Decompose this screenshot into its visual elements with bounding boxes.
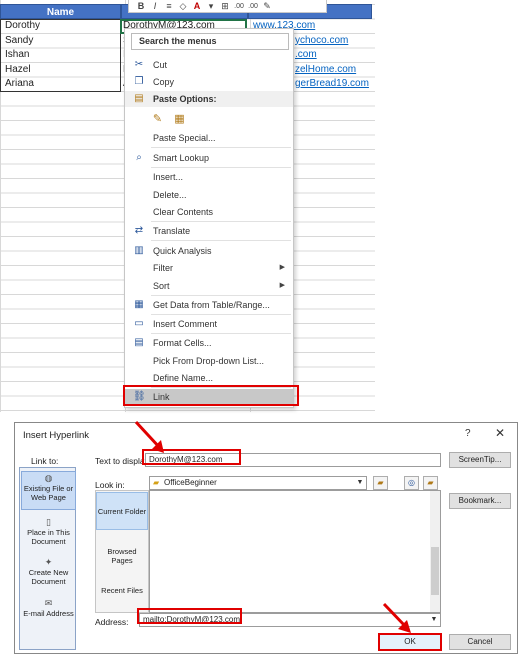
dialog-title: Insert Hyperlink: [23, 430, 89, 441]
comment-icon: ▭: [134, 318, 144, 329]
link-to-existing-file[interactable]: ◍ Existing File or Web Page: [21, 471, 76, 510]
link-to-email-address[interactable]: ✉ E-mail Address: [21, 598, 76, 619]
font-color-button[interactable]: A: [191, 1, 203, 11]
decrease-decimal-button[interactable]: .00: [247, 3, 259, 10]
look-in-label: Look in:: [95, 480, 125, 490]
link-to-place-in-document[interactable]: ▯ Place in This Document: [21, 517, 76, 547]
menu-item-translate[interactable]: ⇄ Translate: [125, 223, 293, 239]
address-label: Address:: [95, 617, 129, 627]
menu-item-insert-comment[interactable]: ▭ Insert Comment: [125, 316, 293, 332]
website-cell[interactable]: ychoco.com: [292, 34, 372, 48]
menu-separator: [151, 147, 291, 148]
bookmark-button[interactable]: Bookmark...: [449, 493, 511, 509]
link-to-label: Link to:: [31, 456, 59, 466]
file-list[interactable]: [149, 490, 441, 613]
look-in-dropdown[interactable]: ▰ OfficeBeginner ▼: [149, 476, 367, 490]
paste-icon[interactable]: ▦: [173, 113, 186, 126]
close-button[interactable]: ✕: [495, 426, 505, 440]
menu-item-clear-contents[interactable]: Clear Contents: [125, 204, 293, 220]
arrow-to-ok-icon: [382, 602, 411, 633]
translate-icon: ⇄: [134, 225, 144, 236]
menu-item-sort[interactable]: Sort ▶: [125, 278, 293, 294]
address-highlight: [137, 608, 242, 624]
website-cell[interactable]: gerBread19.com: [292, 77, 372, 91]
menu-separator: [151, 295, 291, 296]
link-to-create-new-document[interactable]: ✦ Create New Document: [21, 557, 76, 587]
menu-separator: [151, 221, 291, 222]
menu-separator: [151, 333, 291, 334]
website-cell[interactable]: .com: [292, 48, 372, 62]
format-cells-icon: ▤: [134, 337, 144, 348]
current-folder-tab[interactable]: Current Folder: [96, 492, 148, 530]
context-menu: Search the menus ✂ Cut ❐ Copy ▤ Paste Op…: [124, 28, 294, 408]
menu-item-cut[interactable]: ✂ Cut: [125, 57, 293, 73]
cancel-button[interactable]: Cancel: [449, 634, 511, 650]
insert-hyperlink-dialog: Insert Hyperlink ? ✕ Link to: ◍ Existing…: [14, 422, 518, 654]
new-document-icon: ✦: [44, 557, 53, 567]
paste-formatting-icon[interactable]: ✎: [151, 113, 164, 126]
browsed-pages-tab[interactable]: Browsed Pages: [96, 547, 148, 565]
folder-icon: ▰: [153, 478, 160, 487]
chevron-right-icon: ▶: [279, 282, 285, 289]
browse-folder-icon[interactable]: ▰: [373, 476, 388, 490]
globe-icon: ◍: [44, 473, 53, 483]
increase-decimal-button[interactable]: .00: [233, 3, 245, 10]
paste-options-header: ▤ Paste Options:: [125, 91, 293, 107]
menu-separator: [151, 240, 291, 241]
table-border: [0, 19, 121, 92]
menu-item-format-cells[interactable]: ▤ Format Cells...: [125, 335, 293, 351]
link-highlight-box: [123, 385, 299, 406]
clipboard-icon: ▤: [134, 93, 144, 104]
borders-icon[interactable]: ⊞: [219, 1, 231, 12]
format-painter-icon[interactable]: ✎: [261, 1, 273, 12]
menu-separator: [151, 314, 291, 315]
chevron-down-icon: ▼: [356, 479, 364, 486]
bold-button[interactable]: B: [135, 1, 147, 11]
scrollbar-thumb[interactable]: [431, 547, 439, 595]
menu-item-filter[interactable]: Filter ▶: [125, 260, 293, 276]
scissors-icon: ✂: [134, 59, 144, 70]
link-to-panel: ◍ Existing File or Web Page ▯ Place in T…: [19, 467, 76, 650]
name-column-header: Name: [0, 4, 121, 19]
menu-item-get-data[interactable]: ▦ Get Data from Table/Range...: [125, 297, 293, 313]
paste-options-icons: ✎ ▦: [151, 113, 211, 129]
menu-item-smart-lookup[interactable]: ⌕ Smart Lookup: [125, 150, 293, 166]
search-menus-input[interactable]: Search the menus: [131, 33, 289, 50]
help-button[interactable]: ?: [465, 428, 471, 439]
browse-web-icon[interactable]: ◎: [404, 476, 419, 490]
website-cell[interactable]: zelHome.com: [292, 63, 372, 77]
email-icon: ✉: [44, 598, 53, 608]
menu-item-delete[interactable]: Delete...: [125, 187, 293, 203]
align-icon[interactable]: ≡: [163, 1, 175, 11]
fill-color-icon[interactable]: ◇: [177, 1, 189, 12]
quick-analysis-icon: ▥: [134, 245, 144, 256]
table-icon: ▦: [134, 299, 144, 310]
browse-sidebar: Current Folder Browsed Pages Recent File…: [95, 490, 149, 613]
chevron-right-icon: ▶: [279, 264, 285, 271]
recent-files-tab[interactable]: Recent Files: [96, 586, 148, 595]
italic-button[interactable]: I: [149, 1, 161, 11]
screenshot: Name Dorothy Sandy Ishan Hazel Ariana Do…: [0, 0, 524, 658]
screentip-button[interactable]: ScreenTip...: [449, 452, 511, 468]
chevron-down-icon[interactable]: ▾: [205, 1, 217, 12]
browse-file-icon[interactable]: ▰: [423, 476, 438, 490]
mini-toolbar: B I ≡ ◇ A ▾ ⊞ .00 .00 ✎: [128, 0, 327, 13]
menu-item-define-name[interactable]: Define Name...: [125, 370, 293, 386]
copy-icon: ❐: [134, 76, 144, 87]
menu-item-copy[interactable]: ❐ Copy: [125, 74, 293, 90]
menu-item-pick-dropdown[interactable]: Pick From Drop-down List...: [125, 353, 293, 369]
search-icon: ⌕: [136, 152, 142, 163]
menu-item-insert[interactable]: Insert...: [125, 169, 293, 185]
menu-item-paste-special[interactable]: Paste Special...: [125, 130, 293, 146]
menu-separator: [151, 167, 291, 168]
document-icon: ▯: [46, 517, 51, 527]
chevron-down-icon: ▼: [430, 616, 438, 623]
menu-item-quick-analysis[interactable]: ▥ Quick Analysis: [125, 243, 293, 259]
arrow-to-text-display-icon: [134, 420, 164, 453]
